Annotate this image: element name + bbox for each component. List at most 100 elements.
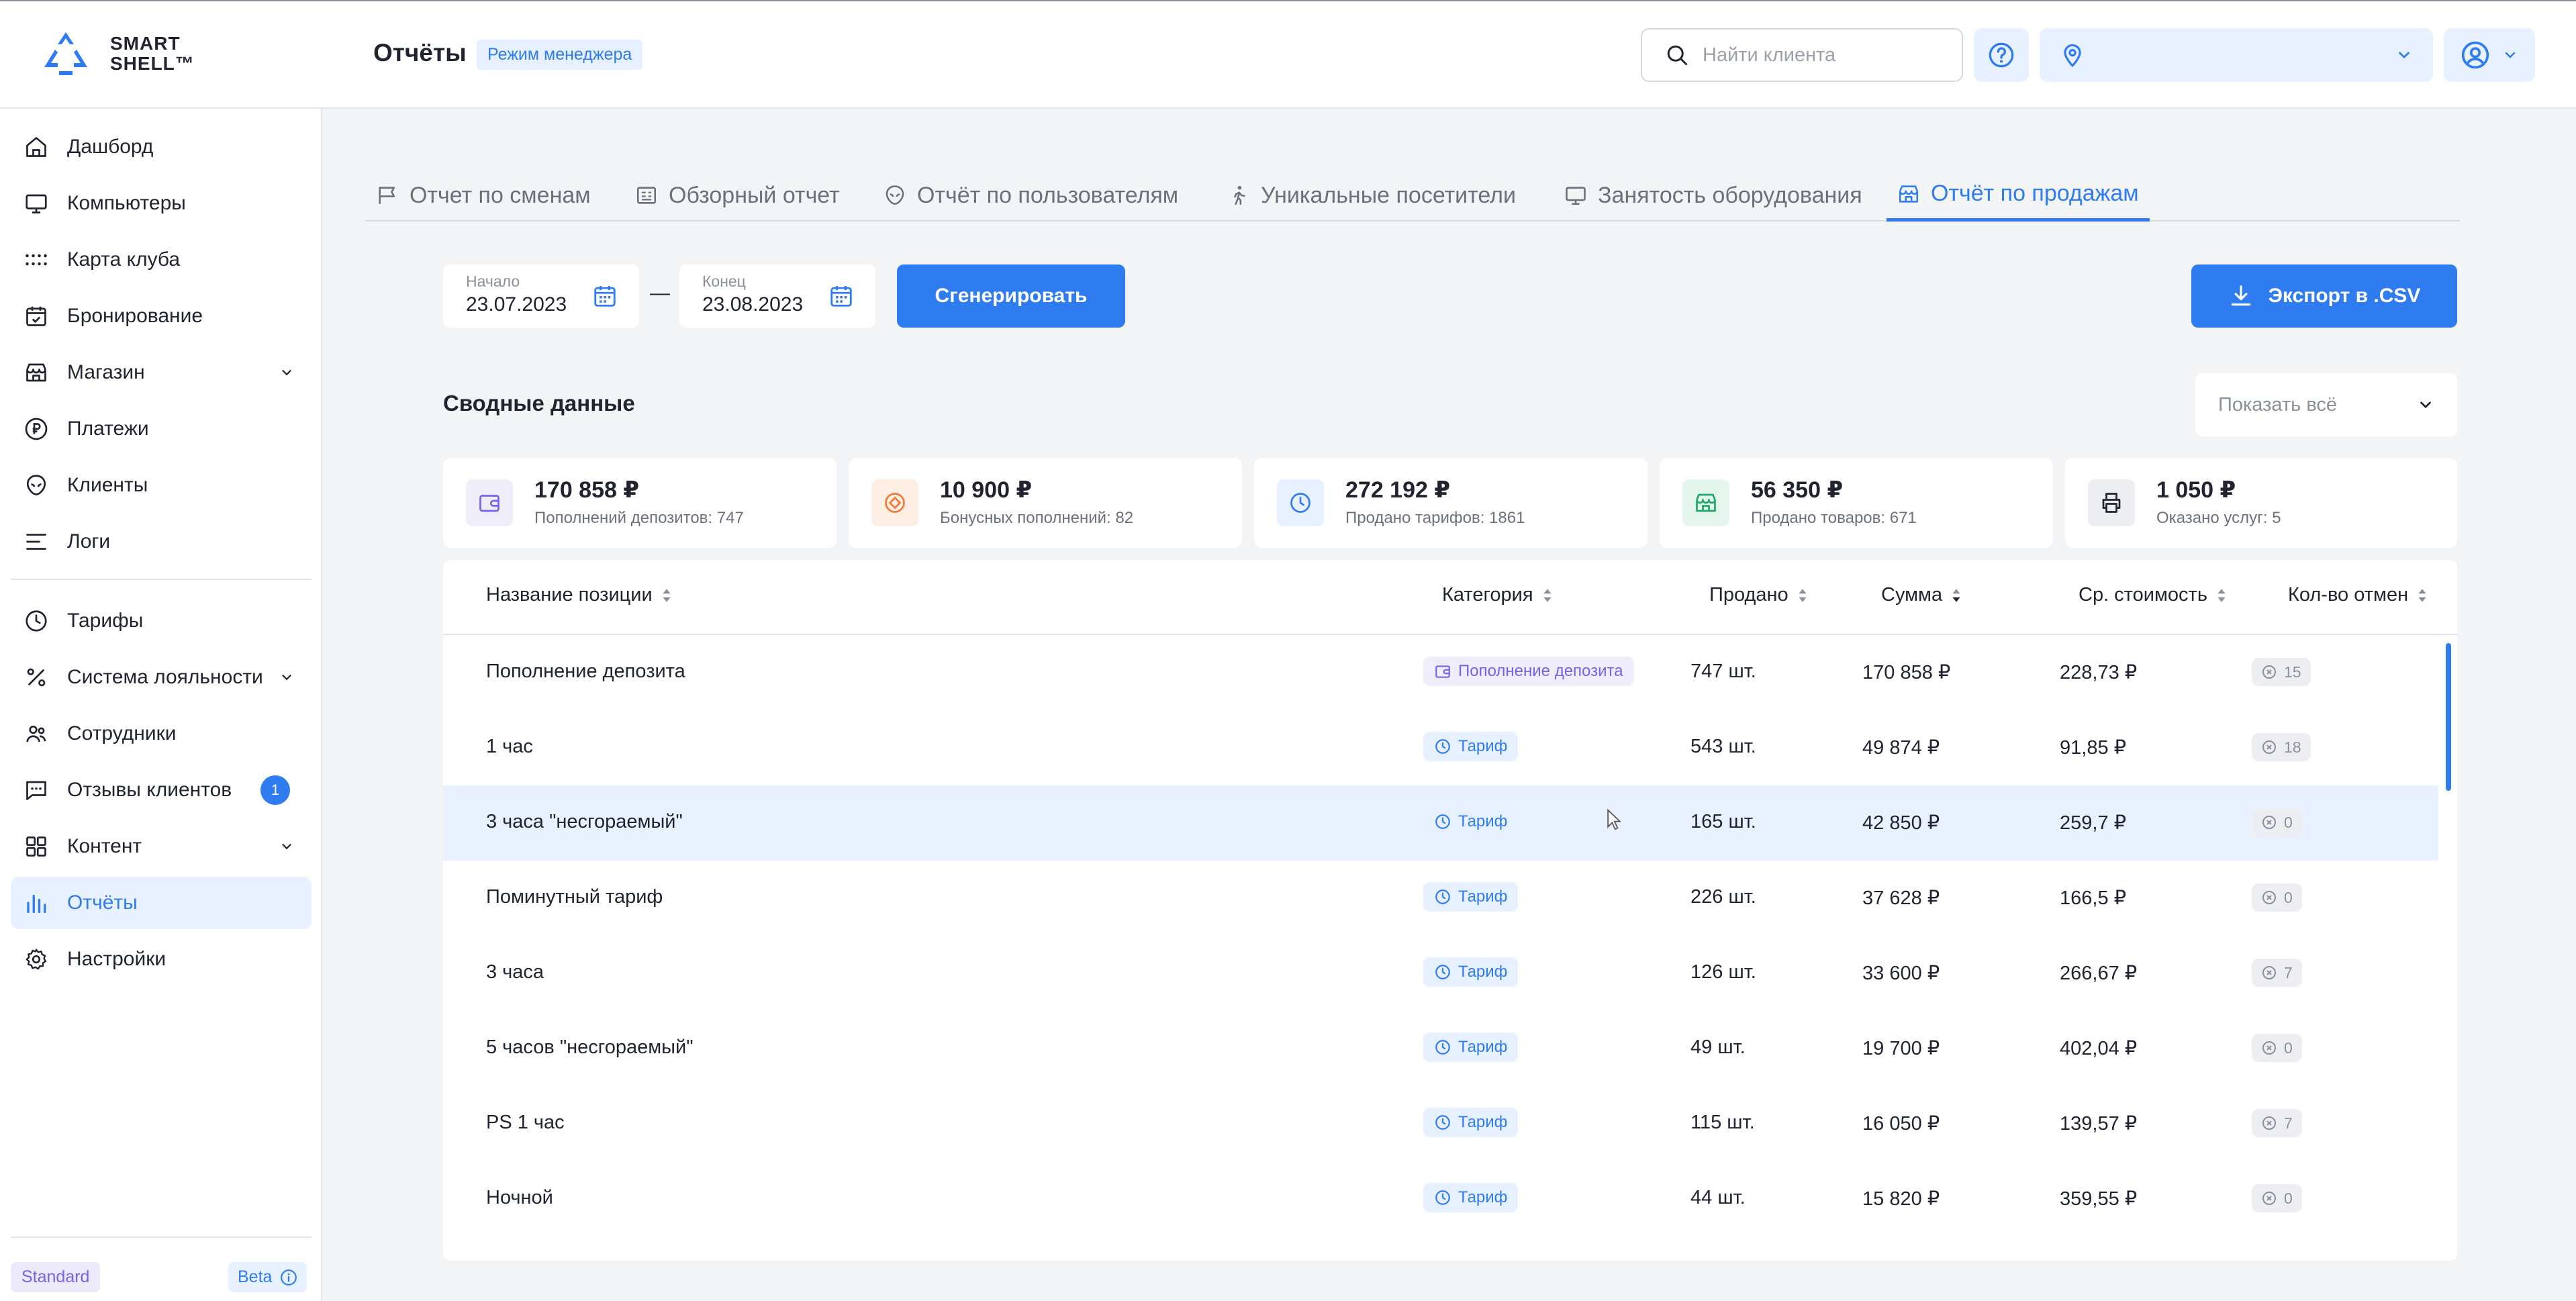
- location-select[interactable]: [2040, 28, 2433, 82]
- table-row[interactable]: Поминутный тариф Тариф 226 шт. 37 628 ₽ …: [443, 861, 2438, 936]
- cell-avg: 228,73 ₽: [2060, 662, 2138, 683]
- monitor-icon: [1566, 187, 1586, 205]
- tab-label: Обзорный отчет: [669, 182, 840, 208]
- tab-label: Уникальные посетители: [1261, 182, 1516, 208]
- smart-shell-logo[interactable]: SMART SHELL™: [39, 30, 195, 78]
- sidebar-item-clients[interactable]: Клиенты: [11, 459, 312, 512]
- card-subtitle: Оказано услуг: 5: [2156, 509, 2281, 527]
- cancels-tag: 7: [2252, 1109, 2302, 1137]
- sidebar-item-settings[interactable]: Настройки: [11, 933, 312, 985]
- category-tag: Тариф: [1423, 957, 1519, 987]
- sidebar-item-label: Отчёты: [67, 892, 138, 914]
- tab-users-report[interactable]: Отчёт по пользователям: [873, 169, 1189, 222]
- sidebar-item-computers[interactable]: Компьютеры: [11, 177, 312, 230]
- sidebar-item-shop[interactable]: Магазин: [11, 346, 312, 399]
- help-button[interactable]: [1974, 28, 2029, 82]
- column-header-cancels[interactable]: Кол-во отмен: [2288, 584, 2428, 606]
- sidebar-item-dashboard[interactable]: Дашборд: [11, 121, 312, 173]
- summary-title: Сводные данные: [443, 391, 635, 416]
- table-row[interactable]: Пополнение депозита Пополнение депозита …: [443, 635, 2438, 710]
- sidebar-item-payments[interactable]: Платежи: [11, 403, 312, 455]
- profile-menu-button[interactable]: [2444, 28, 2535, 82]
- cancels-count: 15: [2284, 663, 2301, 681]
- sidebar-item-loyalty[interactable]: Система лояльности: [11, 651, 312, 704]
- cell-sum: 170 858 ₽: [1862, 662, 1951, 683]
- summary-card-bonus: 10 900 ₽ Бонусных пополнений: 82: [849, 458, 1242, 548]
- calendar-icon: [830, 285, 852, 307]
- beta-label: Beta: [238, 1267, 273, 1286]
- category-label: Тариф: [1458, 1038, 1508, 1056]
- cell-name: 3 часа: [486, 961, 544, 983]
- walking-person-icon: [1234, 185, 1245, 205]
- column-header-avg[interactable]: Ср. стоимость: [2079, 584, 2228, 606]
- ruble-icon: [25, 418, 48, 440]
- sidebar-item-content[interactable]: Контент: [11, 820, 312, 873]
- column-label: Кол-во отмен: [2288, 584, 2409, 606]
- sidebar-item-label: Контент: [67, 835, 142, 857]
- sort-desc-icon: [1952, 588, 1960, 602]
- sales-table: Название позиции Категория Продано Сумма…: [443, 560, 2457, 1261]
- chevron-down-icon: [2399, 52, 2410, 59]
- summary-card-goods: 56 350 ₽ Продано товаров: 671: [1660, 458, 2053, 548]
- show-filter-select[interactable]: Показать всё: [2195, 373, 2457, 436]
- sidebar-item-logs[interactable]: Логи: [11, 516, 312, 568]
- date-range-dash: —: [650, 282, 670, 304]
- download-icon: [2231, 285, 2250, 306]
- table-row[interactable]: 1 час Тариф 543 шт. 49 874 ₽ 91,85 ₽ 18: [443, 710, 2438, 785]
- cell-avg: 91,85 ₽: [2060, 737, 2127, 759]
- cell-name: 3 часа "несгораемый": [486, 811, 683, 832]
- table-row[interactable]: PS 1 час Тариф 115 шт. 16 050 ₽ 139,57 ₽…: [443, 1086, 2438, 1161]
- column-header-category[interactable]: Категория: [1442, 584, 1554, 606]
- cancel-circle-icon: [2262, 891, 2276, 904]
- clock-icon: [1435, 1190, 1450, 1205]
- sort-icon: [2217, 588, 2226, 602]
- plan-badge: Standard: [11, 1262, 101, 1292]
- table-scrollbar[interactable]: [2446, 643, 2451, 791]
- card-subtitle: Продано товаров: 671: [1751, 509, 1917, 527]
- help-icon: [1989, 42, 2014, 68]
- column-header-sold[interactable]: Продано: [1709, 584, 1809, 606]
- cell-name: PS 1 час: [486, 1112, 565, 1133]
- generate-button[interactable]: Сгенерировать: [897, 264, 1125, 328]
- tab-sales-report[interactable]: Отчёт по продажам: [1887, 169, 2150, 222]
- export-csv-button[interactable]: Экспорт в .CSV: [2191, 264, 2457, 328]
- tab-shift-report[interactable]: Отчет по сменам: [365, 169, 602, 222]
- top-header: SMART SHELL™ Отчёты Режим менеджера: [0, 0, 2576, 109]
- table-row[interactable]: Ночной Тариф 44 шт. 15 820 ₽ 359,55 ₽ 0: [443, 1161, 2438, 1237]
- report-tabs: Отчет по сменам Обзорный отчет Отчёт по …: [365, 160, 2460, 222]
- cell-sum: 42 850 ₽: [1862, 812, 1940, 834]
- beta-badge[interactable]: Beta: [228, 1262, 307, 1292]
- cell-sold: 49 шт.: [1690, 1037, 1746, 1058]
- sidebar-item-label: Логи: [67, 530, 111, 552]
- sidebar-item-tariffs[interactable]: Тарифы: [11, 595, 312, 647]
- end-date-picker[interactable]: Конец 23.08.2023: [679, 264, 875, 328]
- category-tag: Тариф: [1423, 1183, 1519, 1212]
- cell-avg: 259,7 ₽: [2060, 812, 2127, 834]
- card-amount: 272 192 ₽: [1345, 477, 1451, 503]
- search-input[interactable]: [1703, 44, 1944, 66]
- table-row[interactable]: 5 часов "несгораемый" Тариф 49 шт. 19 70…: [443, 1011, 2438, 1086]
- sidebar-item-staff[interactable]: Сотрудники: [11, 708, 312, 760]
- clock-icon: [1435, 965, 1450, 979]
- sidebar-item-reports[interactable]: Отчёты: [11, 877, 312, 929]
- column-header-name[interactable]: Название позиции: [486, 584, 673, 606]
- sidebar-item-reviews[interactable]: Отзывы клиентов 1: [11, 764, 312, 816]
- cell-avg: 266,67 ₽: [2060, 963, 2138, 984]
- table-row[interactable]: 3 часа "несгораемый" Тариф 165 шт. 42 85…: [443, 785, 2438, 861]
- tab-unique-visitors[interactable]: Уникальные посетители: [1217, 169, 1527, 222]
- sidebar-item-booking[interactable]: Бронирование: [11, 290, 312, 342]
- cell-name: Ночной: [486, 1187, 553, 1208]
- cell-sum: 33 600 ₽: [1862, 963, 1940, 984]
- cell-avg: 402,04 ₽: [2060, 1038, 2138, 1059]
- cell-sum: 19 700 ₽: [1862, 1038, 1940, 1059]
- client-search[interactable]: [1641, 28, 1963, 82]
- tiles-icon: [26, 836, 46, 857]
- tab-equipment-usage[interactable]: Занятость оборудования: [1554, 169, 1873, 222]
- sidebar-item-club-map[interactable]: Карта клуба: [11, 234, 312, 286]
- column-header-sum[interactable]: Сумма: [1881, 584, 1962, 606]
- chevron-down-icon: [2420, 401, 2431, 409]
- cell-sum: 15 820 ₽: [1862, 1188, 1940, 1210]
- start-date-picker[interactable]: Начало 23.07.2023: [443, 264, 639, 328]
- table-row[interactable]: 3 часа Тариф 126 шт. 33 600 ₽ 266,67 ₽ 7: [443, 936, 2438, 1011]
- tab-overview-report[interactable]: Обзорный отчет: [624, 169, 851, 222]
